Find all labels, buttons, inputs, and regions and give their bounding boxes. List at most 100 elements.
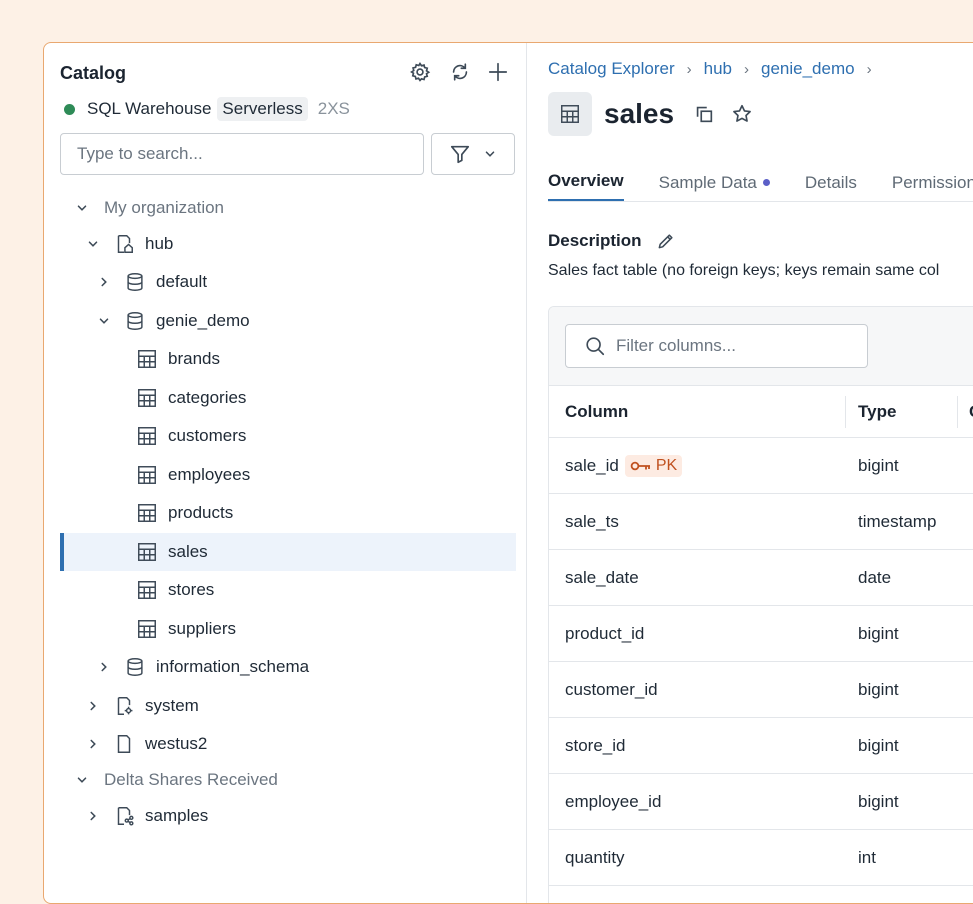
column-type: timestamp <box>858 511 937 531</box>
tree-item-information-schema[interactable]: information_schema <box>60 648 516 686</box>
chevron-right-icon[interactable] <box>85 736 101 752</box>
plus-icon[interactable] <box>486 60 510 84</box>
chevron-down-icon[interactable] <box>85 236 101 252</box>
column-divider[interactable] <box>957 396 958 428</box>
table-row[interactable]: product_id bigint <box>549 606 973 662</box>
copy-icon[interactable] <box>692 102 716 126</box>
tree-item-table[interactable]: suppliers <box>60 610 516 648</box>
tree-label: categories <box>168 388 247 407</box>
tree-item-system[interactable]: system <box>60 687 516 725</box>
column-header-column[interactable]: Column <box>565 386 628 437</box>
tree-item-default[interactable]: default <box>60 263 516 301</box>
tab-details[interactable]: Details <box>805 171 857 202</box>
chevron-down-icon[interactable] <box>96 313 112 329</box>
table-row[interactable]: store_id bigint <box>549 718 973 774</box>
column-header-comment[interactable]: C <box>969 386 973 437</box>
tab-label: Overview <box>548 171 624 190</box>
table-header: Column Type C <box>549 386 973 438</box>
refresh-icon[interactable] <box>448 60 472 84</box>
tree-label: products <box>168 503 234 522</box>
table-row[interactable]: quantity int <box>549 830 973 886</box>
tree-label: Delta Shares Received <box>104 770 278 789</box>
catalog-icon <box>113 733 135 755</box>
chevron-right-icon[interactable] <box>85 698 101 714</box>
shared-catalog-icon <box>113 805 135 827</box>
pencil-icon[interactable] <box>656 231 676 251</box>
table-row[interactable]: sale_id PK bigint <box>549 438 973 494</box>
table-icon <box>136 425 158 447</box>
table-icon <box>136 387 158 409</box>
key-icon <box>630 461 650 470</box>
column-type: bigint <box>858 623 899 643</box>
table-icon <box>136 464 158 486</box>
tab-overview[interactable]: Overview <box>548 171 624 202</box>
table-row[interactable]: sale_ts timestamp <box>549 494 973 550</box>
column-name-cell: sale_id PK <box>565 438 683 493</box>
tab-label: Details <box>804 172 857 192</box>
tree-label: system <box>145 696 199 715</box>
gear-icon[interactable] <box>408 60 432 84</box>
column-type: bigint <box>858 455 899 475</box>
column-header-type[interactable]: Type <box>858 386 896 437</box>
column-name: sale_date <box>565 567 639 587</box>
chevron-down-icon[interactable] <box>74 200 90 216</box>
table-detail-panel: Catalog Explorer › hub › genie_demo › sa… <box>527 43 973 903</box>
tree-group-delta-shares[interactable]: Delta Shares Received <box>60 761 516 799</box>
description-title: Description <box>548 231 642 250</box>
column-type: bigint <box>858 735 899 755</box>
tab-indicator-dot <box>762 179 770 186</box>
breadcrumb-hub[interactable]: hub <box>704 59 732 79</box>
tree-item-westus2[interactable]: westus2 <box>60 725 516 763</box>
column-name: sale_id <box>565 455 619 475</box>
filter-button[interactable] <box>431 133 515 175</box>
tree-item-samples[interactable]: samples <box>60 797 516 835</box>
star-icon[interactable] <box>730 102 754 126</box>
filter-columns-input[interactable]: Filter columns... <box>565 324 868 368</box>
chevron-right-icon[interactable] <box>85 808 101 824</box>
warehouse-selector[interactable]: SQL Warehouse Serverless 2XS <box>64 97 350 121</box>
tree-item-table[interactable]: employees <box>60 456 516 494</box>
tree-item-hub[interactable]: hub <box>60 225 516 263</box>
tab-sample-data[interactable]: Sample Data <box>659 171 770 202</box>
schema-icon <box>124 310 146 332</box>
tree-item-table-selected[interactable]: sales <box>60 533 516 571</box>
chevron-down-icon[interactable] <box>74 772 90 788</box>
table-row[interactable]: sale_date date <box>549 550 973 606</box>
chevron-right-icon[interactable] <box>96 659 112 675</box>
tree-label: default <box>156 272 208 291</box>
table-row[interactable]: customer_id bigint <box>549 662 973 718</box>
primary-key-badge: PK <box>624 454 683 477</box>
tree-item-table[interactable]: customers <box>60 417 516 455</box>
description-heading: Description <box>548 231 676 251</box>
column-name: customer_id <box>565 679 658 699</box>
breadcrumb: Catalog Explorer › hub › genie_demo › <box>548 59 884 79</box>
tree-item-genie-demo[interactable]: genie_demo <box>60 302 516 340</box>
breadcrumb-genie-demo[interactable]: genie_demo <box>761 59 855 79</box>
catalog-search-input[interactable]: Type to search... <box>60 133 424 175</box>
search-placeholder: Type to search... <box>77 144 203 163</box>
tab-permissions[interactable]: Permissions <box>892 171 973 202</box>
breadcrumb-catalog-explorer[interactable]: Catalog Explorer <box>548 59 675 79</box>
tree-label: sales <box>168 542 208 561</box>
tab-label: Permissions <box>891 172 973 192</box>
tree-label: My organization <box>104 198 225 217</box>
chevron-down-icon <box>485 151 495 157</box>
columns-toolbar: Filter columns... <box>549 307 973 386</box>
chevron-right-icon: › <box>686 60 692 78</box>
column-divider[interactable] <box>845 396 846 428</box>
table-icon <box>136 618 158 640</box>
tree-item-table[interactable]: stores <box>60 571 516 609</box>
chevron-right-icon[interactable] <box>96 274 112 290</box>
search-icon <box>586 337 605 356</box>
catalog-home-icon <box>113 233 135 255</box>
warehouse-name: SQL Warehouse <box>87 99 212 118</box>
tree-item-table[interactable]: categories <box>60 379 516 417</box>
tree-label: hub <box>145 234 174 253</box>
table-row[interactable]: employee_id bigint <box>549 774 973 830</box>
title-row: sales <box>548 92 754 136</box>
tree-group-my-organization[interactable]: My organization <box>60 189 516 227</box>
tree-item-table[interactable]: products <box>60 494 516 532</box>
tree-label: westus2 <box>145 734 208 753</box>
table-icon <box>136 541 158 563</box>
tree-item-table[interactable]: brands <box>60 340 516 378</box>
